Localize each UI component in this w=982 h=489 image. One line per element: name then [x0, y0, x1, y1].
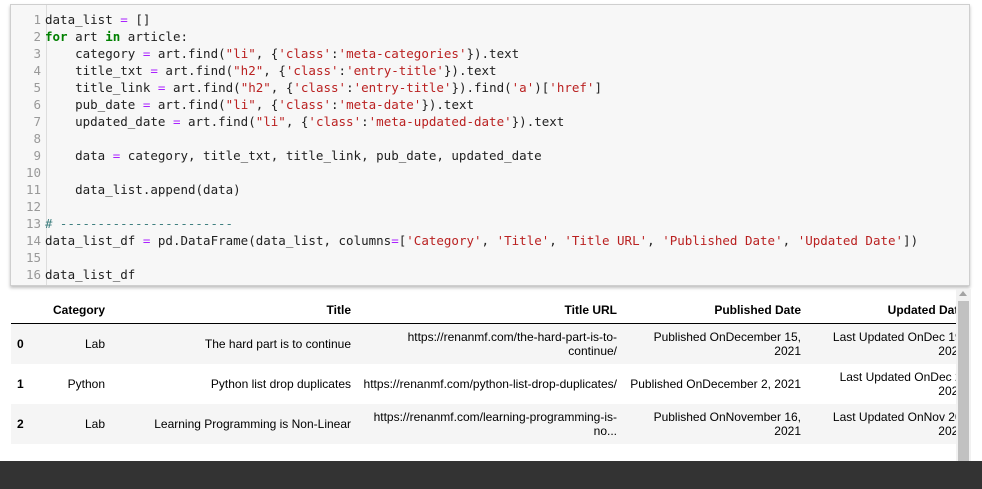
updated-cell: Last Updated OnDec 19, 2021 — [807, 323, 971, 364]
line-number: 7 — [33, 114, 41, 129]
code-line[interactable]: 3 category = art.find("li", {'class':'me… — [11, 45, 519, 62]
code-line[interactable]: 14 data_list_df = pd.DataFrame(data_list,… — [11, 232, 918, 249]
code-line[interactable]: 10 — [11, 164, 45, 181]
code-text: data_list.append(data) — [45, 182, 241, 197]
published-date-header: Published Date — [623, 297, 807, 324]
line-number: 16 — [25, 267, 41, 282]
title-cell: The hard part is to continue — [111, 323, 357, 364]
title-cell: Python list drop duplicates — [210, 377, 351, 391]
code-text: data_list = [] — [45, 12, 151, 27]
row-index: 2 — [11, 404, 33, 444]
code-line[interactable]: 12 — [11, 198, 45, 215]
index-header — [11, 297, 33, 324]
code-line[interactable]: 6 pub_date = art.find("li", {'class':'me… — [11, 96, 474, 113]
code-line[interactable]: 1 data_list = [] — [11, 11, 150, 28]
line-number: 12 — [25, 199, 41, 214]
line-number: 5 — [33, 80, 41, 95]
code-text: for art in article: — [45, 29, 189, 44]
updated-date-header: Updated Date — [807, 297, 971, 324]
code-line[interactable]: 7 updated_date = art.find("li", {'class'… — [11, 113, 564, 130]
code-line[interactable]: 2 for art in article: — [11, 28, 188, 45]
code-text: title_link = art.find("h2", {'class':'en… — [45, 80, 602, 95]
dataframe-table: Category Title Title URL Published Date … — [11, 297, 971, 444]
line-number: 2 — [33, 29, 41, 44]
code-line[interactable]: 4 title_txt = art.find("h2", {'class':'e… — [11, 62, 497, 79]
published-cell: Published OnDecember 2, 2021 — [630, 377, 801, 391]
code-text: category = art.find("li", {'class':'meta… — [45, 46, 520, 61]
table-header-row: Category Title Title URL Published Date … — [11, 297, 971, 324]
code-line[interactable]: 11 data_list.append(data) — [11, 181, 241, 198]
code-line[interactable]: 13 # ----------------------- — [11, 215, 233, 232]
bottom-bar — [0, 461, 982, 489]
category-cell: Python — [67, 377, 105, 391]
url-cell: https://renanmf.com/the-hard-part-is-to-… — [357, 323, 623, 364]
line-number: 9 — [33, 148, 41, 163]
line-number: 13 — [25, 216, 41, 231]
code-line[interactable]: 15 — [11, 249, 45, 266]
category-header: Category — [33, 297, 111, 324]
output-scrollbar[interactable] — [956, 289, 971, 461]
updated-cell: Last Updated OnNov 20, 2021 — [807, 404, 971, 444]
title-url-header: Title URL — [357, 297, 623, 324]
code-line[interactable]: 16 data_list_df — [11, 266, 135, 283]
table-row: 0 Lab The hard part is to continue https… — [11, 323, 971, 364]
code-line[interactable]: 9 data = category, title_txt, title_link… — [11, 147, 542, 164]
code-text: data_list_df — [45, 267, 136, 282]
line-number: 11 — [25, 182, 41, 197]
scroll-up-arrow-icon[interactable] — [959, 291, 967, 296]
code-text: pub_date = art.find("li", {'class':'meta… — [45, 97, 475, 112]
code-text: # ----------------------- — [45, 216, 234, 231]
line-number: 1 — [33, 12, 41, 27]
line-number: 4 — [33, 63, 41, 78]
code-line[interactable]: 5 title_link = art.find("h2", {'class':'… — [11, 79, 602, 96]
row-index: 1 — [17, 377, 24, 391]
scrollbar-thumb[interactable] — [958, 301, 969, 461]
title-cell: Learning Programming is Non-Linear — [111, 404, 357, 444]
line-number: 15 — [25, 250, 41, 265]
code-text: data = category, title_txt, title_link, … — [45, 148, 542, 163]
published-cell: Published OnNovember 16, 2021 — [623, 404, 807, 444]
code-line[interactable]: 8 — [11, 130, 45, 147]
url-cell: https://renanmf.com/learning-programming… — [357, 404, 623, 444]
category-cell: Lab — [33, 404, 111, 444]
table-row: 1 Python Python list drop duplicates htt… — [11, 364, 971, 404]
title-header: Title — [111, 297, 357, 324]
code-cell[interactable]: 1 data_list = [] 2 for art in article: 3 cat… — [10, 4, 970, 286]
line-number: 14 — [25, 233, 41, 248]
code-text: data_list_df = pd.DataFrame(data_list, c… — [45, 233, 919, 248]
line-number: 8 — [33, 131, 41, 146]
line-number: 3 — [33, 46, 41, 61]
code-text: updated_date = art.find("li", {'class':'… — [45, 114, 565, 129]
published-cell: Published OnDecember 15, 2021 — [623, 323, 807, 364]
updated-cell: Last Updated OnDec 2, 2021 — [839, 370, 965, 398]
code-text: title_txt = art.find("h2", {'class':'ent… — [45, 63, 497, 78]
table-row: 2 Lab Learning Programming is Non-Linear… — [11, 404, 971, 444]
output-area: Category Title Title URL Published Date … — [0, 289, 982, 461]
line-number: 6 — [33, 97, 41, 112]
row-index: 0 — [11, 323, 33, 364]
url-cell: https://renanmf.com/python-list-drop-dup… — [363, 377, 617, 391]
category-cell: Lab — [33, 323, 111, 364]
line-number: 10 — [25, 165, 41, 180]
